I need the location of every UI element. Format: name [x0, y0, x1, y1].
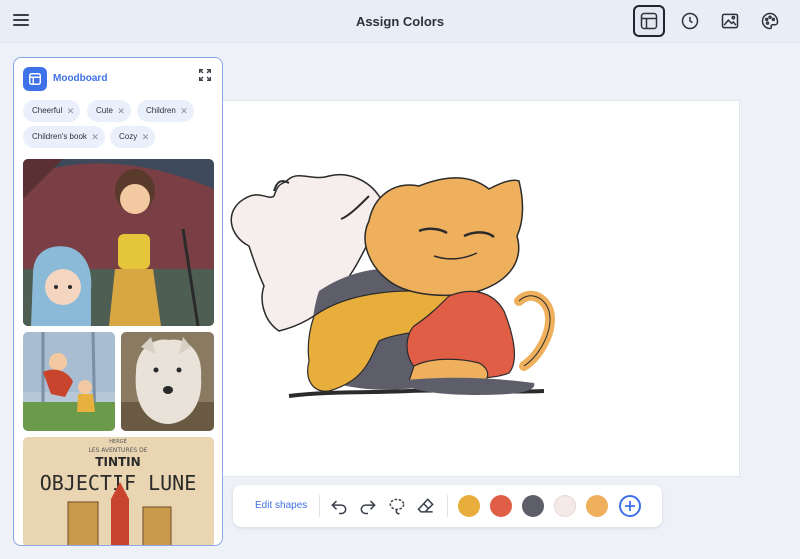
layout-icon [640, 12, 658, 30]
clock-icon [681, 12, 699, 30]
anime-umbrella-image[interactable] [23, 159, 214, 326]
eraser-icon[interactable] [416, 496, 436, 516]
image-button[interactable] [714, 5, 746, 37]
edit-shapes-button[interactable]: Edit shapes [255, 500, 307, 511]
tag-cheerful[interactable]: Cheerful ✕ [23, 100, 81, 122]
palette-button[interactable] [754, 5, 786, 37]
color-swatch-1[interactable] [458, 495, 480, 517]
close-icon[interactable]: ✕ [142, 126, 150, 148]
undo-icon[interactable] [329, 496, 349, 516]
svg-text:TINTIN: TINTIN [95, 455, 140, 469]
palette-icon [761, 12, 779, 30]
color-swatch-2[interactable] [490, 495, 512, 517]
divider [319, 495, 320, 517]
tintin-cover-image[interactable]: HERGÉ LES AVENTURES DE TINTIN OBJECTIF L… [23, 437, 214, 545]
history-button[interactable] [674, 5, 706, 37]
wolf-image[interactable] [121, 332, 214, 431]
bottom-toolbar: Edit shapes [233, 485, 662, 527]
tag-cute[interactable]: Cute ✕ [87, 100, 131, 122]
close-icon[interactable]: ✕ [67, 100, 75, 122]
svg-text:LES AVENTURES DE: LES AVENTURES DE [88, 447, 147, 454]
tag-children[interactable]: Children ✕ [137, 100, 194, 122]
svg-text:HERGÉ: HERGÉ [109, 437, 126, 445]
tag-cozy[interactable]: Cozy ✕ [110, 126, 156, 148]
divider [447, 495, 448, 517]
color-swatch-4[interactable] [554, 495, 576, 517]
image-icon [721, 13, 739, 29]
moodboard-title: Moodboard [53, 73, 108, 84]
lasso-icon[interactable] [387, 496, 407, 516]
top-bar: Assign Colors [0, 0, 800, 43]
layout-button[interactable] [633, 5, 665, 37]
cat-hug-illustration [230, 174, 555, 398]
add-color-button[interactable] [619, 495, 641, 517]
layout-icon [23, 67, 47, 91]
drawing-canvas[interactable] [218, 100, 740, 477]
moodboard-header: Moodboard [23, 67, 213, 91]
expand-icon[interactable] [197, 67, 213, 83]
tag-childrens-book[interactable]: Children's book ✕ [23, 126, 105, 148]
redo-icon[interactable] [358, 496, 378, 516]
plus-icon [625, 501, 635, 511]
moodboard-panel: Moodboard Cheerful ✕ Cute ✕ Children ✕ C… [13, 57, 223, 546]
close-icon[interactable]: ✕ [180, 100, 188, 122]
color-swatch-3[interactable] [522, 495, 544, 517]
color-swatch-5[interactable] [586, 495, 608, 517]
close-icon[interactable]: ✕ [117, 100, 125, 122]
kids-running-image[interactable] [23, 332, 115, 431]
close-icon[interactable]: ✕ [91, 126, 99, 148]
